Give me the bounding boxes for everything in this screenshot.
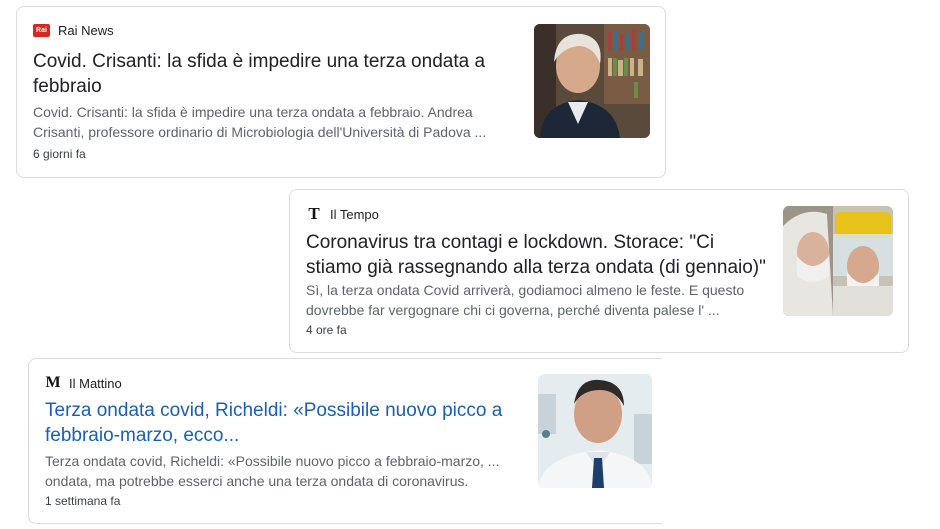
- article-snippet: Sì, la terza ondata Covid arriverà, godi…: [306, 282, 745, 318]
- source-name: Il Tempo: [330, 206, 379, 222]
- article-time: 1 settimana fa: [45, 494, 121, 508]
- news-card-il-tempo[interactable]: T Il Tempo Coronavirus tra contagi e loc…: [289, 189, 909, 353]
- article-thumbnail[interactable]: [534, 24, 650, 138]
- source-name: Il Mattino: [69, 375, 122, 391]
- article-title[interactable]: Coronavirus tra contagi e lockdown. Stor…: [306, 230, 766, 280]
- rai-news-logo-icon: Rai: [33, 24, 50, 37]
- article-snippet: Covid. Crisanti: la sfida è impedire una…: [33, 104, 487, 140]
- source-row: M Il Mattino: [45, 374, 122, 391]
- article-thumbnail[interactable]: [783, 206, 893, 316]
- article-title[interactable]: Terza ondata covid, Richeldi: «Possibile…: [45, 398, 517, 448]
- article-thumbnail[interactable]: [538, 374, 652, 488]
- il-tempo-logo-icon: T: [308, 204, 320, 223]
- news-card-rai[interactable]: Rai Rai News Covid. Crisanti: la sfida è…: [16, 6, 666, 178]
- il-mattino-logo-icon: M: [45, 374, 61, 391]
- source-name: Rai News: [58, 23, 114, 38]
- man-in-front-of-bookshelf-icon: [534, 24, 650, 138]
- source-row: T Il Tempo: [306, 204, 379, 223]
- health-workers-in-protective-gear-icon: [783, 206, 893, 316]
- article-time: 4 ore fa: [306, 323, 347, 337]
- news-card-il-mattino[interactable]: M Il Mattino Terza ondata covid, Richeld…: [28, 358, 662, 524]
- article-snippet: Terza ondata covid, Richeldi: «Possibile…: [45, 453, 500, 489]
- doctor-in-white-coat-icon: [538, 374, 652, 488]
- article-time: 6 giorni fa: [33, 147, 86, 161]
- source-row: Rai Rai News: [33, 23, 114, 38]
- article-title[interactable]: Covid. Crisanti: la sfida è impedire una…: [33, 49, 503, 99]
